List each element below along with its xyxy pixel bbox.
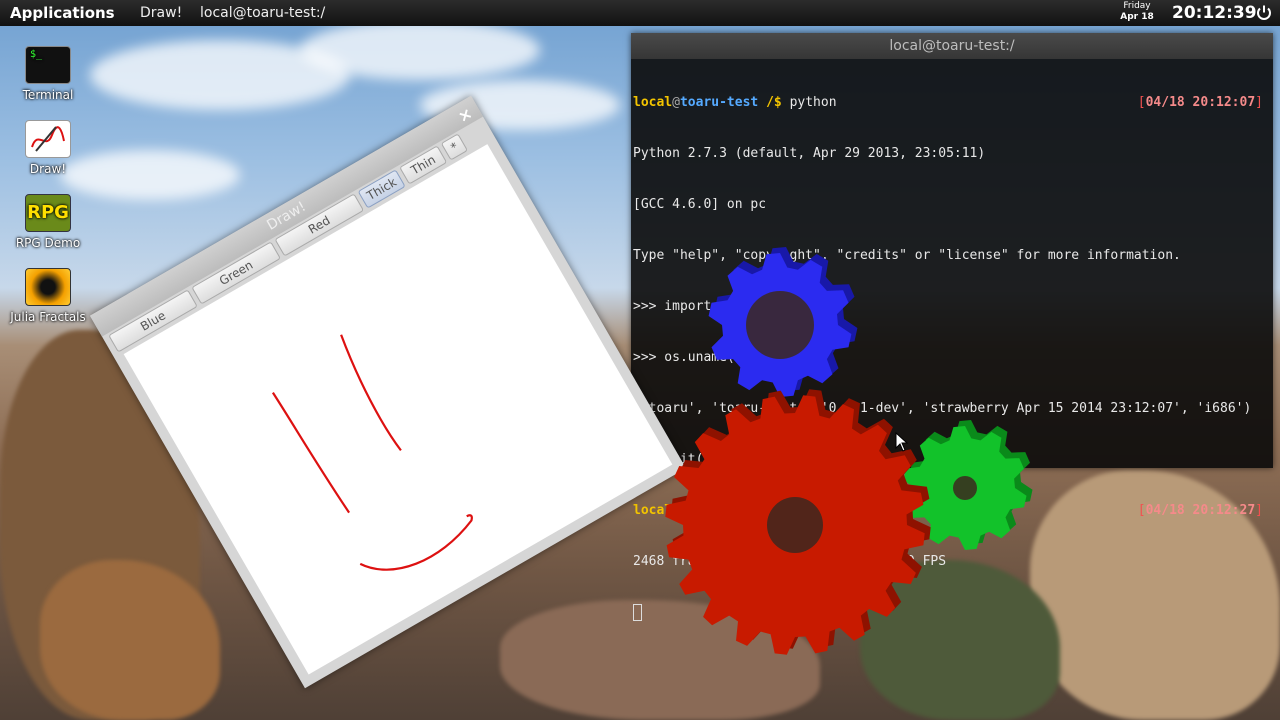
power-icon[interactable] [1255, 4, 1273, 22]
desktop-icon-label: Julia Fractals [10, 310, 86, 324]
rpg-icon: RPG [25, 194, 71, 232]
day-label: Friday [1123, 1, 1151, 11]
date-display: Friday Apr 18 [1116, 1, 1158, 23]
command-text: python [789, 95, 837, 110]
output-line: [GCC 4.6.0] on pc [633, 197, 767, 212]
draw-icon [25, 120, 71, 158]
taskbar-item-draw[interactable]: Draw! [140, 5, 182, 21]
output-line: Python 2.7.3 (default, Apr 29 2013, 23:0… [633, 146, 986, 161]
desktop-icon-terminal[interactable]: $_ Terminal [3, 46, 93, 102]
red-gear [665, 389, 931, 655]
desktop-icon-julia-fractals[interactable]: Julia Fractals [3, 268, 93, 324]
date-label: Apr 18 [1120, 12, 1154, 22]
terminal-icon: $_ [25, 46, 71, 84]
applications-menu[interactable]: Applications [10, 4, 115, 22]
clock: 20:12:39 [1172, 3, 1257, 23]
blue-gear [708, 247, 858, 397]
prompt-user: local [633, 95, 673, 110]
prompt-path: /$ [766, 95, 782, 110]
timestamp: 04/18 20:12:07 [1145, 95, 1256, 110]
top-panel: Applications Draw! local@toaru-test:/ Fr… [0, 0, 1280, 26]
desktop-icon-label: RPG Demo [15, 236, 81, 250]
prompt-host: toaru-test [679, 95, 759, 110]
desktop-icon-draw[interactable]: Draw! [3, 120, 93, 176]
terminal-titlebar[interactable]: local@toaru-test:/ [631, 33, 1273, 59]
drawing-strokes [271, 334, 473, 571]
desktop-icon-label: Terminal [22, 88, 74, 102]
mouse-pointer-icon [895, 432, 909, 452]
fractal-icon [25, 268, 71, 306]
gears-window[interactable] [630, 230, 1050, 670]
desktop-icon-rpg-demo[interactable]: RPG RPG Demo [3, 194, 93, 250]
timestamp: 04/18 20:12:27 [1145, 503, 1256, 518]
taskbar-item-terminal[interactable]: local@toaru-test:/ [200, 5, 325, 21]
drawing-canvas[interactable] [123, 144, 673, 675]
cloud [300, 20, 540, 80]
desktop-icon-label: Draw! [29, 162, 67, 176]
